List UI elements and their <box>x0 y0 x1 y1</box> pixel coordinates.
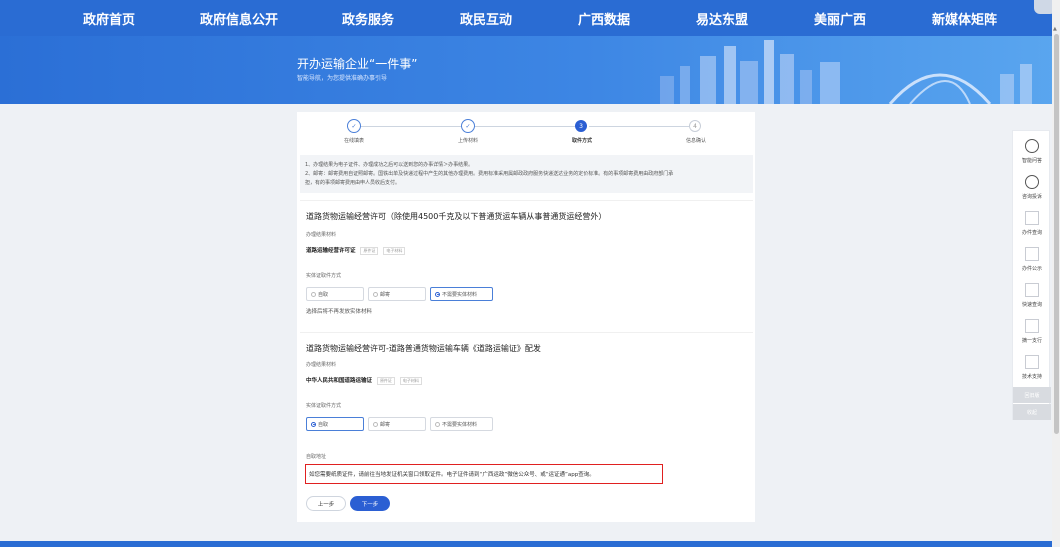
nav-item-gov-info[interactable]: 政府信息公开 <box>200 9 278 28</box>
rail-item-one-stop[interactable]: 摘一支行 <box>1013 315 1051 351</box>
rail-item-case-query[interactable]: 办件查询 <box>1013 207 1051 243</box>
next-step-button[interactable]: 下一步 <box>350 496 390 511</box>
step-connector <box>589 126 689 127</box>
step-1-check-icon: ✓ <box>347 119 361 133</box>
progress-steps: ✓ 在线填表 ✓ 上传材料 3 取件方式 4 信息确认 <box>297 118 755 150</box>
radio-dot-selected <box>435 291 440 297</box>
tag-original: 原件证 <box>376 377 395 385</box>
tag-original: 原件证 <box>360 247 379 255</box>
banner-title: 开办运输企业“一件事” <box>297 57 418 71</box>
section-title: 道路货物运输经营许可-道路普通货物运输车辆《道路运输证》配发 <box>306 344 541 353</box>
notice-box: 1、办理结果为电子证件、办理成功之后可以送到您的办事详情＞办事结果。 2、邮寄：… <box>300 155 753 193</box>
radio-self-pickup[interactable]: 自取 <box>306 417 364 431</box>
radio-dot-selected <box>311 421 316 427</box>
right-toolbar: 智能问答 咨询投诉 办件查询 办件公示 快速查询 摘一支行 技术支持 回旧版 收… <box>1012 130 1051 420</box>
pickup-label: 实体证取件方式 <box>306 403 342 409</box>
radio-dot <box>435 421 440 427</box>
step-3-number: 3 <box>575 120 587 132</box>
broken-image-icon <box>1025 247 1039 261</box>
notice-line: 2、邮寄：邮寄费用自证照邮寄。国铁出单及快递过程中产生的其他办理费用。费用标准采… <box>305 171 674 177</box>
collapse-button[interactable]: 收起 <box>1013 404 1051 420</box>
nav-item-home[interactable]: 政府首页 <box>83 9 135 28</box>
nav-item-beautiful-gx[interactable]: 美丽广西 <box>814 9 866 28</box>
result-label: 办理结果材料 <box>306 362 337 368</box>
banner: 开办运输企业“一件事” 智能导航，为您提供准确办事引导 <box>0 36 1060 104</box>
nav-item-gov-services[interactable]: 政务服务 <box>342 9 394 28</box>
radio-dot <box>311 291 316 297</box>
rail-item-complaint[interactable]: 咨询投诉 <box>1013 171 1051 207</box>
step-4-label: 信息确认 <box>685 138 707 144</box>
nav-item-asean[interactable]: 易达东盟 <box>696 9 748 28</box>
broken-image-icon <box>1025 211 1039 225</box>
rail-item-case-public[interactable]: 办件公示 <box>1013 243 1051 279</box>
footer-bar <box>0 541 1052 547</box>
permit-section-2: 道路货物运输经营许可-道路普通货物运输车辆《道路运输证》配发 办理结果材料 中华… <box>300 332 753 486</box>
broken-image-icon <box>1025 283 1039 297</box>
radio-dot <box>373 421 378 427</box>
result-label: 办理结果材料 <box>306 232 337 238</box>
address-label: 自取地址 <box>306 454 327 460</box>
step-3-label: 取件方式 <box>571 138 593 144</box>
prev-step-button[interactable]: 上一步 <box>306 496 346 511</box>
scrollbar-thumb[interactable] <box>1054 34 1059 434</box>
result-item-name: 道路运输经营许可证 <box>306 248 356 254</box>
tag-electronic: 电子材料 <box>383 247 406 255</box>
nav-item-data[interactable]: 广西数据 <box>578 9 630 28</box>
nav-item-media[interactable]: 新媒体矩阵 <box>932 9 997 28</box>
broken-image-icon <box>1025 319 1039 333</box>
radio-mail[interactable]: 邮寄 <box>368 287 426 301</box>
rail-item-tech-support[interactable]: 技术支持 <box>1013 351 1051 387</box>
back-to-old-version-button[interactable]: 回旧版 <box>1013 387 1051 403</box>
tag-electronic: 电子材料 <box>399 377 422 385</box>
step-2-label: 上传材料 <box>457 138 479 144</box>
permit-section-1: 道路货物运输经营许可（除使用4500千克及以下普通货运车辆从事普通货运经营外） … <box>300 200 753 324</box>
step-2-check-icon: ✓ <box>461 119 475 133</box>
robot-icon <box>1025 139 1039 153</box>
top-nav: 政府首页 政府信息公开 政务服务 政民互动 广西数据 易达东盟 美丽广西 新媒体… <box>0 0 1060 36</box>
chat-icon <box>1025 175 1039 189</box>
result-item: 道路运输经营许可证 原件证 电子材料 <box>306 246 406 255</box>
radio-dot <box>373 291 378 297</box>
pickup-label: 实体证取件方式 <box>306 273 342 279</box>
step-connector <box>361 126 461 127</box>
nav-item-interaction[interactable]: 政民互动 <box>460 9 512 28</box>
broken-image-icon <box>1025 355 1039 369</box>
pickup-address-text: 如您需要纸质证件，请前往当地发证机关窗口领取证件。电子证件请到“广西运政”微信公… <box>305 464 663 484</box>
notice-line: 1、办理结果为电子证件、办理成功之后可以送到您的办事详情＞办事结果。 <box>305 162 474 168</box>
radio-no-physical[interactable]: 不需要实体材料 <box>430 287 493 301</box>
radio-mail[interactable]: 邮寄 <box>368 417 426 431</box>
step-connector <box>475 126 575 127</box>
rail-item-quick-query[interactable]: 快速查询 <box>1013 279 1051 315</box>
result-item: 中华人民共和国道路运输证 原件证 电子材料 <box>306 376 422 385</box>
radio-no-physical[interactable]: 不需要实体材料 <box>430 417 493 431</box>
city-skyline-illustration <box>660 40 1032 104</box>
notice-line: 担，有的事项邮寄费用由申人员收后支付。 <box>305 180 401 186</box>
rail-item-ai-qa[interactable]: 智能问答 <box>1013 135 1051 171</box>
step-1-label: 在线填表 <box>343 138 365 144</box>
scroll-up-icon[interactable]: ▲ <box>1053 26 1057 32</box>
banner-subtitle: 智能导航，为您提供准确办事引导 <box>297 75 388 82</box>
radio-self-pickup[interactable]: 自取 <box>306 287 364 301</box>
section-title: 道路货物运输经营许可（除使用4500千克及以下普通货运车辆从事普通货运经营外） <box>306 212 607 221</box>
hint-text: 选择后将不再发放实体材料 <box>306 309 373 315</box>
step-4-number: 4 <box>689 120 701 132</box>
result-item-name: 中华人民共和国道路运输证 <box>306 378 373 384</box>
